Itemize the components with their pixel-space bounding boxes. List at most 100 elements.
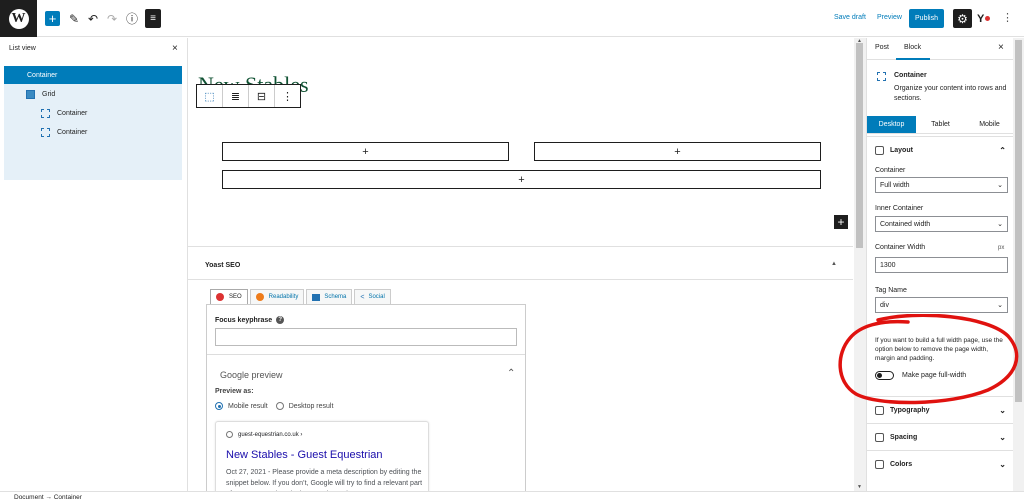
desktop-result-radio[interactable] — [275, 402, 284, 410]
divider — [188, 279, 853, 280]
info-icon[interactable]: ⓘ — [126, 9, 138, 28]
block-title: Container — [894, 72, 927, 79]
yoast-status-dot — [985, 16, 991, 21]
full-width-label[interactable]: Make page full-width — [902, 372, 966, 379]
tab-schema[interactable]: Schema — [306, 289, 353, 304]
chevron-down-icon: ⌄ — [999, 459, 1006, 469]
spacing-panel-toggle[interactable]: Spacing ⌄ — [867, 423, 1014, 450]
mobile-result-radio[interactable] — [215, 402, 223, 410]
breadcrumb[interactable]: Document → Container — [0, 491, 1024, 503]
pencil-icon[interactable]: ✎ — [69, 9, 79, 28]
list-item-container[interactable]: Container — [4, 123, 182, 141]
container-select-value: Full width — [880, 181, 910, 189]
mobile-result-label[interactable]: Mobile result — [228, 403, 268, 410]
close-icon[interactable]: × — [998, 42, 1004, 53]
layout-label: Layout — [890, 146, 913, 154]
chevron-down-icon: ⌄ — [999, 405, 1006, 415]
device-tabs: Desktop Tablet Mobile — [867, 116, 1014, 134]
redo-icon[interactable]: ↷ — [107, 9, 117, 28]
tab-label: Schema — [324, 294, 347, 300]
list-item-container[interactable]: Container — [4, 66, 182, 84]
typography-panel-toggle[interactable]: Typography ⌄ — [867, 396, 1014, 423]
tab-desktop[interactable]: Desktop — [867, 116, 916, 133]
serp-url-text: guest-equestrian.co.uk › — [238, 431, 303, 438]
inner-container-value: Contained width — [880, 220, 931, 228]
tab-label: Social — [368, 294, 385, 300]
wordpress-logo[interactable]: W — [0, 0, 37, 37]
inner-container-select[interactable]: Contained width ⌄ — [875, 216, 1008, 232]
collapse-icon[interactable]: ▲ — [831, 261, 837, 267]
close-icon[interactable]: × — [172, 43, 178, 54]
list-view-icon[interactable]: ≡ — [145, 9, 161, 28]
list-view-title: List view — [9, 45, 36, 52]
list-view-panel: List view × Container Grid Container Con… — [0, 38, 188, 491]
tab-tablet[interactable]: Tablet — [916, 116, 965, 133]
container-select[interactable]: Full width ⌄ — [875, 177, 1008, 193]
add-block-button[interactable]: + — [45, 11, 60, 26]
block-description: Organize your content into rows and sect… — [894, 85, 1007, 102]
justify-icon[interactable]: ⊟ — [249, 85, 275, 107]
more-vertical-icon[interactable]: ⋮ — [1002, 11, 1013, 24]
colors-label: Colors — [890, 460, 913, 468]
google-serp-preview: guest-equestrian.co.uk › New Stables - G… — [215, 421, 429, 496]
full-width-toggle[interactable] — [875, 371, 894, 380]
focus-keyphrase-input[interactable] — [215, 328, 517, 346]
container-icon[interactable]: ⬚ — [197, 85, 223, 107]
full-width-toggle-row: Make page full-width — [875, 371, 966, 380]
block-appender[interactable]: + — [222, 170, 821, 189]
gear-icon[interactable]: ⚙ — [953, 9, 972, 28]
share-icon: < — [360, 293, 365, 301]
editor-top-bar: W + ✎ ↶ ↷ ⓘ ≡ Save draft Preview Publish… — [0, 0, 1024, 37]
layout-panel-toggle[interactable]: Layout ⌃ — [867, 136, 1014, 163]
yoast-icon[interactable]: Y — [977, 11, 993, 26]
chevron-up-icon[interactable]: ⌃ — [507, 368, 515, 379]
focus-keyphrase-text: Focus keyphrase — [215, 316, 273, 324]
help-icon[interactable]: ? — [276, 316, 285, 324]
unit-label[interactable]: px — [998, 245, 1004, 251]
editor-scrollbar[interactable]: ▲ ▼ — [854, 38, 866, 491]
preview-button[interactable]: Preview — [877, 14, 902, 21]
more-options-icon[interactable]: ⋮ — [275, 85, 300, 107]
tag-name-select[interactable]: div ⌄ — [875, 297, 1008, 313]
align-icon[interactable]: ≣ — [223, 85, 249, 107]
tab-block[interactable]: Block — [895, 44, 931, 60]
add-block-button[interactable]: + — [834, 215, 848, 229]
chevron-up-icon: ⌃ — [999, 145, 1006, 155]
block-appender[interactable]: + — [222, 142, 509, 161]
typography-label: Typography — [890, 406, 930, 414]
scroll-down-arrow[interactable]: ▼ — [857, 484, 862, 490]
desktop-result-label[interactable]: Desktop result — [289, 403, 334, 410]
schema-grid-icon — [312, 293, 321, 301]
block-appender[interactable]: + — [534, 142, 821, 161]
serp-title[interactable]: New Stables - Guest Equestrian — [226, 449, 383, 461]
sidebar-scrollbar[interactable] — [1013, 38, 1024, 491]
container-width-input[interactable]: 1300 — [875, 257, 1008, 273]
preview-as-label: Preview as: — [215, 388, 254, 395]
container-field-label: Container — [875, 167, 906, 174]
undo-icon[interactable]: ↶ — [88, 9, 98, 28]
google-preview-title[interactable]: Google preview — [220, 370, 283, 380]
editor-canvas: New Stables ⬚ ≣ ⊟ ⋮ + + + + — [188, 38, 853, 246]
tab-social[interactable]: < Social — [354, 289, 391, 304]
tag-name-value: div — [880, 301, 889, 309]
sidebar-tabs: Post Block × — [867, 38, 1014, 60]
list-item-container[interactable]: Container — [4, 104, 182, 122]
tab-post[interactable]: Post — [875, 44, 889, 51]
tab-seo[interactable]: SEO — [210, 289, 248, 304]
save-draft-button[interactable]: Save draft — [834, 14, 866, 21]
list-item-label: Container — [57, 109, 88, 117]
yoast-title: Yoast SEO — [205, 262, 241, 269]
grid-icon — [26, 89, 35, 99]
tab-readability[interactable]: Readability — [249, 289, 305, 304]
spacing-icon — [875, 432, 884, 442]
publish-button[interactable]: Publish — [909, 9, 944, 28]
list-item-grid[interactable]: Grid — [4, 85, 182, 103]
colors-panel-toggle[interactable]: Colors ⌄ — [867, 450, 1014, 477]
tab-mobile[interactable]: Mobile — [965, 116, 1014, 133]
scrollbar-thumb[interactable] — [1015, 40, 1022, 402]
chevron-down-icon: ⌄ — [999, 432, 1006, 442]
tab-label: Readability — [268, 294, 299, 300]
scrollbar-thumb[interactable] — [856, 43, 863, 248]
container-icon — [877, 72, 886, 81]
tab-label: SEO — [229, 294, 242, 300]
